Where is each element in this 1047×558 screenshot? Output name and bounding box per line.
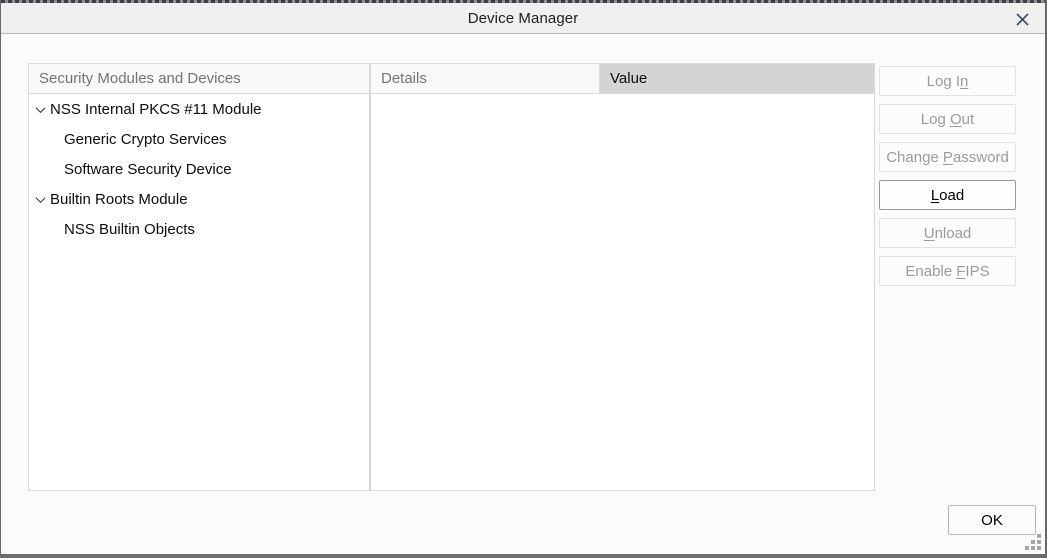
chevron-down-icon[interactable] bbox=[36, 193, 46, 203]
ok-button[interactable]: OK bbox=[948, 505, 1036, 535]
tree-item-label: NSS Builtin Objects bbox=[64, 221, 195, 238]
tree-item-nss-internal-pkcs-11-module[interactable]: NSS Internal PKCS #11 Module bbox=[29, 94, 369, 124]
window-title: Device Manager bbox=[468, 10, 579, 27]
resize-grip-icon[interactable] bbox=[1023, 534, 1041, 552]
close-icon bbox=[1016, 13, 1029, 26]
change-password-button[interactable]: Change Password bbox=[879, 142, 1016, 172]
log-out-button[interactable]: Log Out bbox=[879, 104, 1016, 134]
tree-items: NSS Internal PKCS #11 Module Generic Cryp… bbox=[29, 94, 369, 244]
tree-header-row: Security Modules and Devices bbox=[29, 64, 369, 94]
close-button[interactable] bbox=[1007, 5, 1037, 33]
side-button-column: Log In Log Out Change Password Load Unload En… bbox=[879, 66, 1016, 294]
log-in-button[interactable]: Log In bbox=[879, 66, 1016, 96]
titlebar[interactable]: Device Manager bbox=[1, 3, 1045, 34]
tree-item-label: Generic Crypto Services bbox=[64, 131, 227, 148]
unload-button[interactable]: Unload bbox=[879, 218, 1016, 248]
tree-item-builtin-roots-module[interactable]: Builtin Roots Module bbox=[29, 184, 369, 214]
column-header-details[interactable]: Details bbox=[371, 64, 600, 93]
tree-item-software-security-device[interactable]: Software Security Device bbox=[29, 154, 369, 184]
column-header-security-modules[interactable]: Security Modules and Devices bbox=[29, 64, 369, 93]
security-modules-tree-panel: Security Modules and Devices NSS Interna… bbox=[28, 63, 370, 491]
device-manager-dialog: Device Manager Security Modules and Devi… bbox=[0, 0, 1047, 558]
details-header-row: Details Value bbox=[371, 64, 874, 94]
load-button[interactable]: Load bbox=[879, 180, 1016, 210]
chevron-down-icon[interactable] bbox=[36, 103, 46, 113]
column-header-value[interactable]: Value bbox=[600, 64, 874, 93]
details-panel: Details Value bbox=[370, 63, 875, 491]
tree-item-label: Software Security Device bbox=[64, 161, 232, 178]
tree-item-generic-crypto-services[interactable]: Generic Crypto Services bbox=[29, 124, 369, 154]
tree-item-nss-builtin-objects[interactable]: NSS Builtin Objects bbox=[29, 214, 369, 244]
enable-fips-button[interactable]: Enable FIPS bbox=[879, 256, 1016, 286]
tree-item-label: NSS Internal PKCS #11 Module bbox=[50, 101, 262, 118]
tree-item-label: Builtin Roots Module bbox=[50, 191, 188, 208]
